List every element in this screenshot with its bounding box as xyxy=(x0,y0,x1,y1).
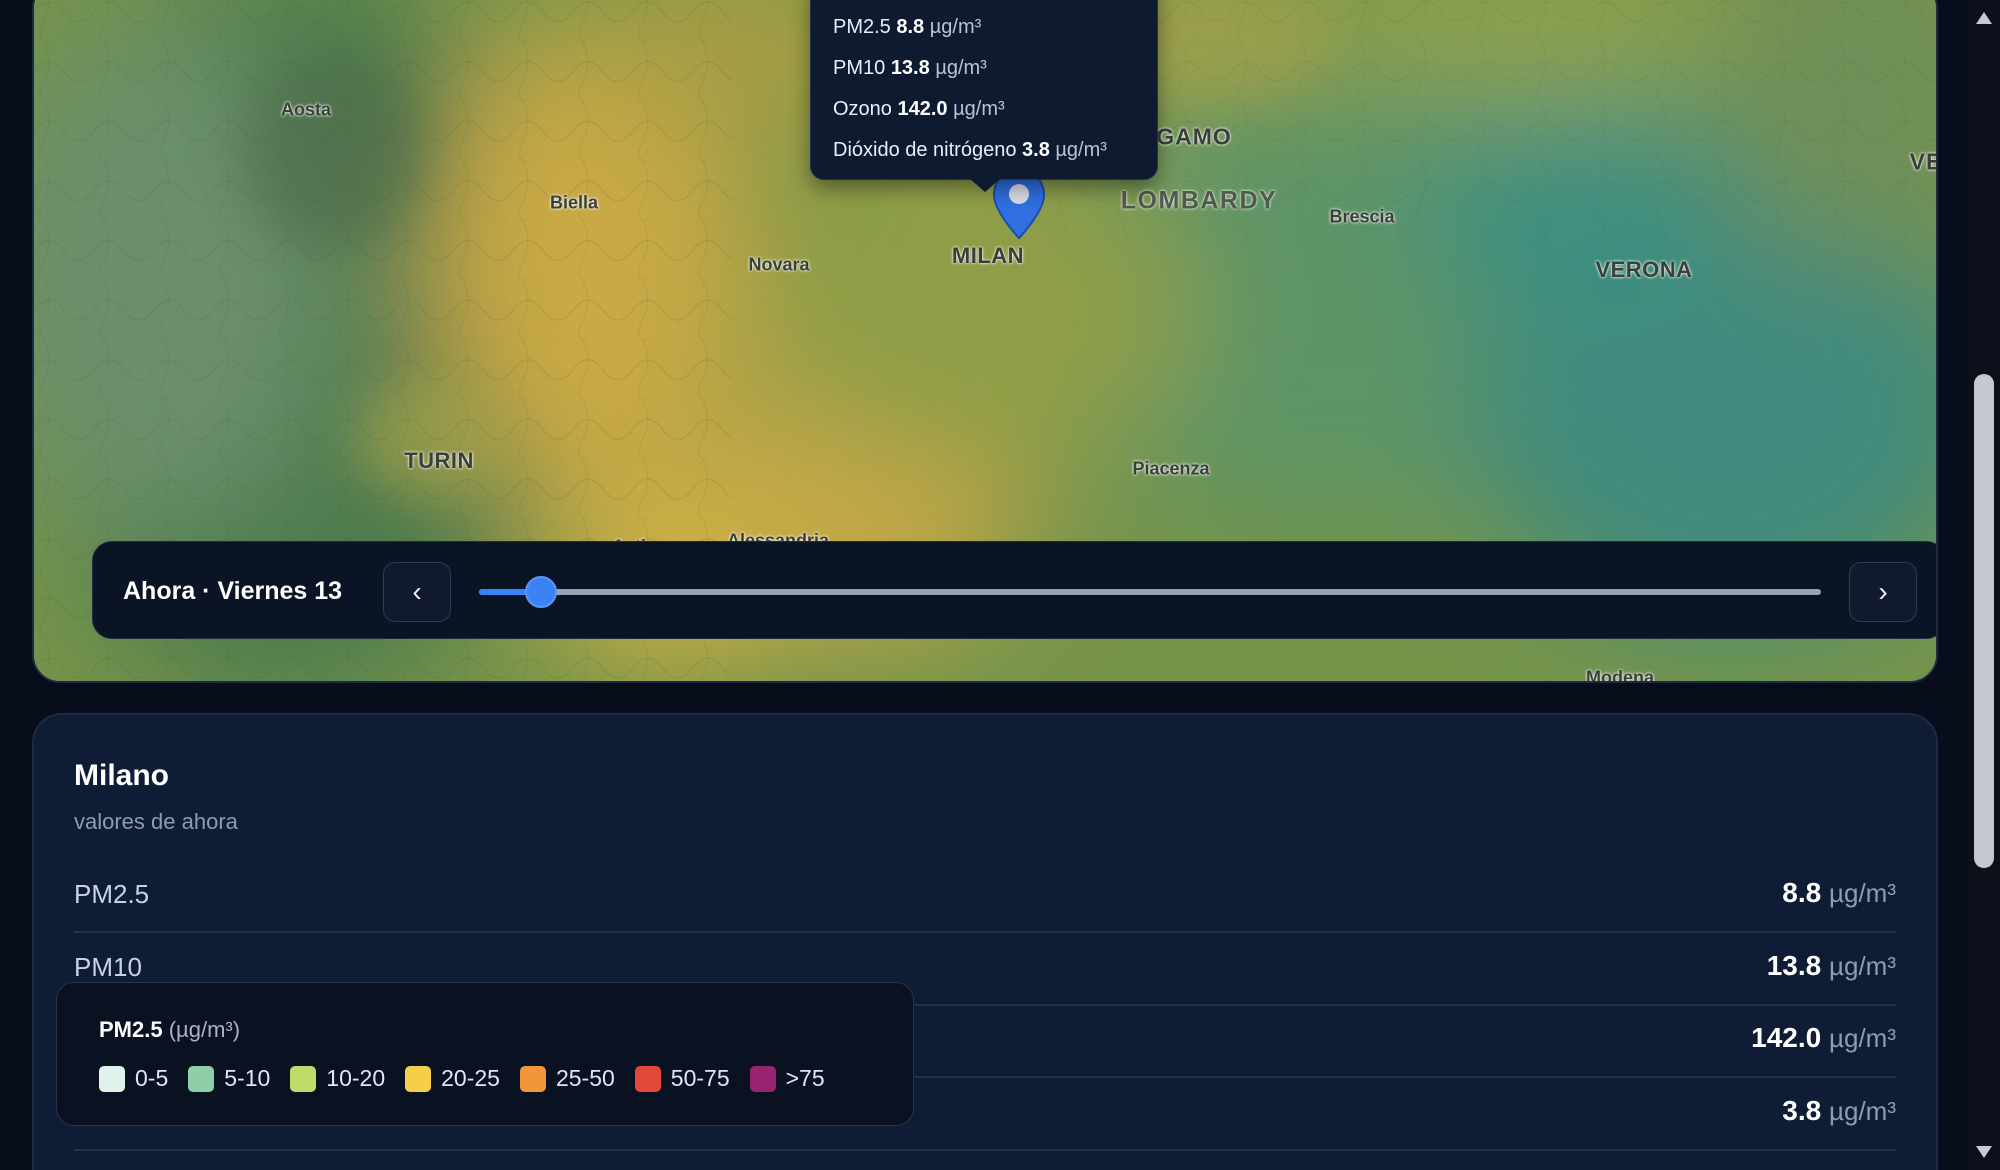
location-subtitle: valores de ahora xyxy=(74,809,238,834)
location-title: Milano xyxy=(74,759,169,792)
map-label-brescia: Brescia xyxy=(1329,206,1395,227)
metric-value: 13.8 µg/m³ xyxy=(1766,950,1896,981)
legend-item: 5-10 xyxy=(188,1065,270,1092)
legend-item: >75 xyxy=(749,1065,825,1092)
next-time-button[interactable]: › xyxy=(1849,562,1917,622)
metric-value: 8.8 µg/m³ xyxy=(1782,877,1896,908)
time-slider-thumb[interactable] xyxy=(524,576,557,608)
map-label-novara: Novara xyxy=(748,254,810,275)
legend-item: 10-20 xyxy=(290,1065,385,1092)
previous-time-button[interactable]: ‹ xyxy=(383,562,451,622)
tooltip-row-ozone: Ozono 142.0 µg/m³ xyxy=(833,98,1005,120)
pm25-legend: PM2.5 (µg/m³) 0-5 5-10 10-20 20-25 25-50… xyxy=(56,982,914,1126)
legend-swatch xyxy=(290,1065,317,1092)
metric-value: 3.8 µg/m³ xyxy=(1782,1095,1896,1126)
map-label-turin: TURIN xyxy=(404,448,474,473)
legend-swatch xyxy=(519,1065,546,1092)
metric-value: 142.0 µg/m³ xyxy=(1751,1022,1896,1053)
metric-row: PM2.5 8.8 µg/m³ xyxy=(74,861,1896,933)
legend-swatch xyxy=(405,1065,432,1092)
current-time-label: Ahora · Viernes 13 xyxy=(123,577,343,605)
scroll-up-icon[interactable] xyxy=(1976,12,1992,24)
map-label-milan: MILAN xyxy=(951,243,1025,268)
map-label-bergamo-partial: GAMO xyxy=(1156,123,1232,150)
metric-name: PM10 xyxy=(74,952,142,982)
chevron-left-icon: ‹ xyxy=(412,576,422,607)
scroll-down-icon[interactable] xyxy=(1976,1146,1992,1158)
time-slider-bar: Ahora · Viernes 13 ‹ › xyxy=(92,541,1936,639)
legend-item: 20-25 xyxy=(405,1065,500,1092)
tooltip-row-pm25: PM2.5 8.8 µg/m³ xyxy=(833,16,982,38)
legend-item: 25-50 xyxy=(519,1065,615,1092)
legend-swatch xyxy=(188,1065,215,1092)
legend-swatch xyxy=(749,1065,776,1092)
chevron-right-icon: › xyxy=(1878,576,1888,607)
legend-title: PM2.5 (µg/m³) xyxy=(99,1017,241,1042)
scrollbar-thumb[interactable] xyxy=(1974,374,1994,868)
legend-swatch xyxy=(99,1065,125,1092)
map-label-biella: Biella xyxy=(549,192,599,213)
legend-item: 0-5 xyxy=(99,1065,168,1092)
tooltip-row-pm10: PM10 13.8 µg/m³ xyxy=(833,57,987,79)
tooltip-row-no2: Dióxido de nitrógeno 3.8 µg/m³ xyxy=(833,139,1107,161)
map-label-modena: Modena xyxy=(1585,667,1655,683)
app-root: Aosta Biella Novara MILAN LOMBARDY Bresc… xyxy=(0,0,2000,1170)
time-slider-track[interactable] xyxy=(479,576,1821,608)
legend-items: 0-5 5-10 10-20 20-25 25-50 50-75 >75 xyxy=(99,1065,825,1092)
map-label-venice-partial: VE xyxy=(1909,148,1936,175)
legend-item: 50-75 xyxy=(634,1065,730,1092)
map-label-verona: VERONA xyxy=(1595,257,1693,282)
page-scrollbar[interactable] xyxy=(1968,0,2000,1170)
location-tooltip: PM2.5 8.8 µg/m³ PM10 13.8 µg/m³ Ozono 14… xyxy=(810,0,1158,192)
legend-swatch xyxy=(634,1065,661,1092)
map-label-lombardy: LOMBARDY xyxy=(1120,186,1278,215)
map-label-piacenza: Piacenza xyxy=(1132,458,1210,479)
map-label-aosta: Aosta xyxy=(280,99,332,120)
metric-name: PM2.5 xyxy=(74,879,150,909)
